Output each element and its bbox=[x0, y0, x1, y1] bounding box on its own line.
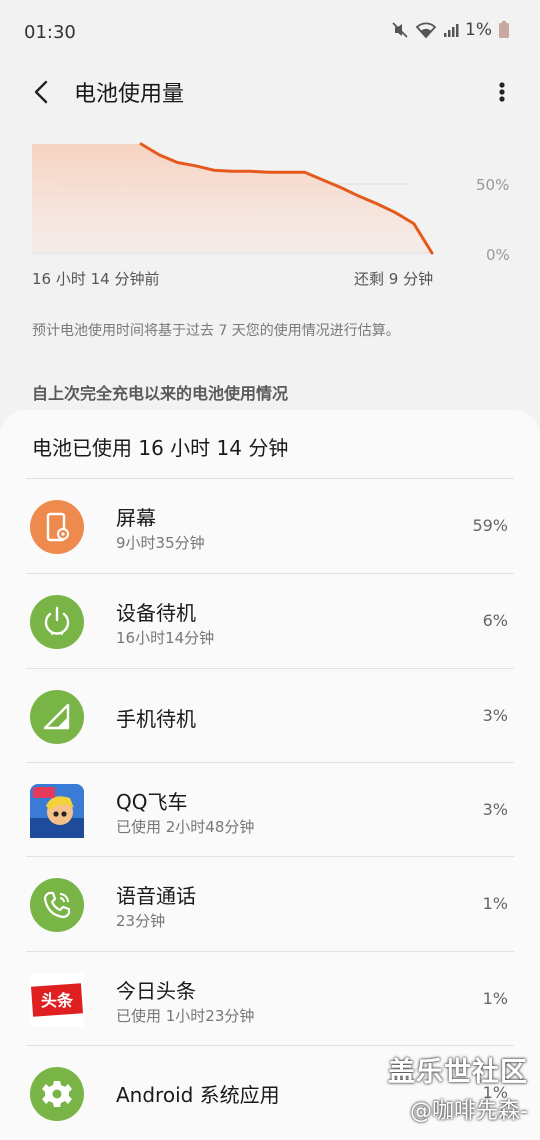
usage-card: 电池已使用 16 小时 14 分钟 屏幕 9小时35分钟 59% 设备待机 16… bbox=[0, 410, 540, 1140]
row-sub: 已使用 2小时48分钟 bbox=[116, 818, 255, 836]
divider bbox=[26, 573, 514, 574]
divider bbox=[26, 856, 514, 857]
row-pct: 1% bbox=[482, 894, 508, 913]
wifi-icon bbox=[415, 21, 437, 39]
row-sub: 23分钟 bbox=[116, 912, 166, 930]
status-bar: 01:30 1% bbox=[0, 0, 540, 66]
usage-row-voice-call[interactable]: 语音通话 23分钟 1% bbox=[0, 858, 540, 952]
y-tick-0: 0% bbox=[486, 246, 510, 264]
more-options-button[interactable] bbox=[492, 76, 512, 108]
phone-icon bbox=[30, 878, 84, 932]
battery-icon bbox=[498, 21, 510, 39]
divider bbox=[26, 951, 514, 952]
power-icon bbox=[30, 595, 84, 649]
back-button[interactable] bbox=[26, 76, 58, 108]
x-start-label: 16 小时 14 分钟前 bbox=[32, 270, 160, 288]
chevron-left-icon bbox=[34, 80, 48, 104]
usage-row-phone-idle[interactable]: 手机待机 3% bbox=[0, 670, 540, 764]
row-sub: 16小时14分钟 bbox=[116, 629, 215, 647]
y-tick-50: 50% bbox=[476, 176, 510, 194]
mute-icon bbox=[391, 21, 409, 39]
status-icons: 1% bbox=[391, 20, 510, 40]
screen-icon bbox=[30, 500, 84, 554]
row-sub: 9小时35分钟 bbox=[116, 534, 205, 552]
section-title: 自上次完全充电以来的电池使用情况 bbox=[32, 384, 289, 403]
row-pct: 3% bbox=[482, 706, 508, 725]
x-end-label: 还剩 9 分钟 bbox=[354, 270, 434, 288]
row-sub: 已使用 1小时23分钟 bbox=[116, 1007, 255, 1025]
usage-row-device-idle[interactable]: 设备待机 16小时14分钟 6% bbox=[0, 575, 540, 669]
divider bbox=[26, 668, 514, 669]
row-pct: 59% bbox=[472, 516, 508, 535]
battery-area bbox=[32, 144, 432, 253]
battery-chart-plot bbox=[32, 142, 434, 255]
estimate-note: 预计电池使用时间将基于过去 7 天您的使用情况进行估算。 bbox=[32, 323, 400, 339]
row-pct: 3% bbox=[482, 800, 508, 819]
row-label: 屏幕 bbox=[116, 506, 156, 530]
toutiao-app-icon: 头条 bbox=[30, 973, 84, 1027]
divider bbox=[26, 1045, 514, 1046]
battery-percent: 1% bbox=[465, 20, 492, 40]
watermark-line2: @咖啡先森- bbox=[410, 1099, 528, 1124]
app-bar: 电池使用量 bbox=[0, 66, 540, 118]
row-pct: 1% bbox=[482, 989, 508, 1008]
usage-row-qq-speed[interactable]: QQ飞车 已使用 2小时48分钟 3% bbox=[0, 764, 540, 858]
page-title: 电池使用量 bbox=[74, 82, 185, 107]
qq-speed-app-icon bbox=[30, 784, 84, 838]
divider bbox=[26, 478, 514, 479]
more-vertical-icon bbox=[499, 82, 505, 102]
row-label: 语音通话 bbox=[116, 884, 196, 908]
row-label: 今日头条 bbox=[116, 979, 196, 1003]
row-label: Android 系统应用 bbox=[116, 1083, 280, 1107]
row-pct: 6% bbox=[482, 611, 508, 630]
card-header: 电池已使用 16 小时 14 分钟 bbox=[32, 436, 289, 460]
status-time: 01:30 bbox=[24, 22, 76, 43]
row-label: QQ飞车 bbox=[116, 790, 188, 814]
row-label: 手机待机 bbox=[116, 707, 196, 731]
usage-row-toutiao[interactable]: 头条 今日头条 已使用 1小时23分钟 1% bbox=[0, 953, 540, 1047]
divider bbox=[26, 762, 514, 763]
watermark-line1: 盖乐世社区 bbox=[388, 1057, 528, 1088]
row-label: 设备待机 bbox=[116, 601, 196, 625]
battery-chart: 50% 0% 16 小时 14 分钟前 还剩 9 分钟 bbox=[32, 140, 512, 290]
signal-icon bbox=[443, 22, 459, 38]
usage-row-screen[interactable]: 屏幕 9小时35分钟 59% bbox=[0, 480, 540, 574]
gear-icon bbox=[30, 1067, 84, 1121]
toutiao-logo-text: 头条 bbox=[41, 991, 74, 1010]
signal-strength-icon bbox=[30, 690, 84, 744]
